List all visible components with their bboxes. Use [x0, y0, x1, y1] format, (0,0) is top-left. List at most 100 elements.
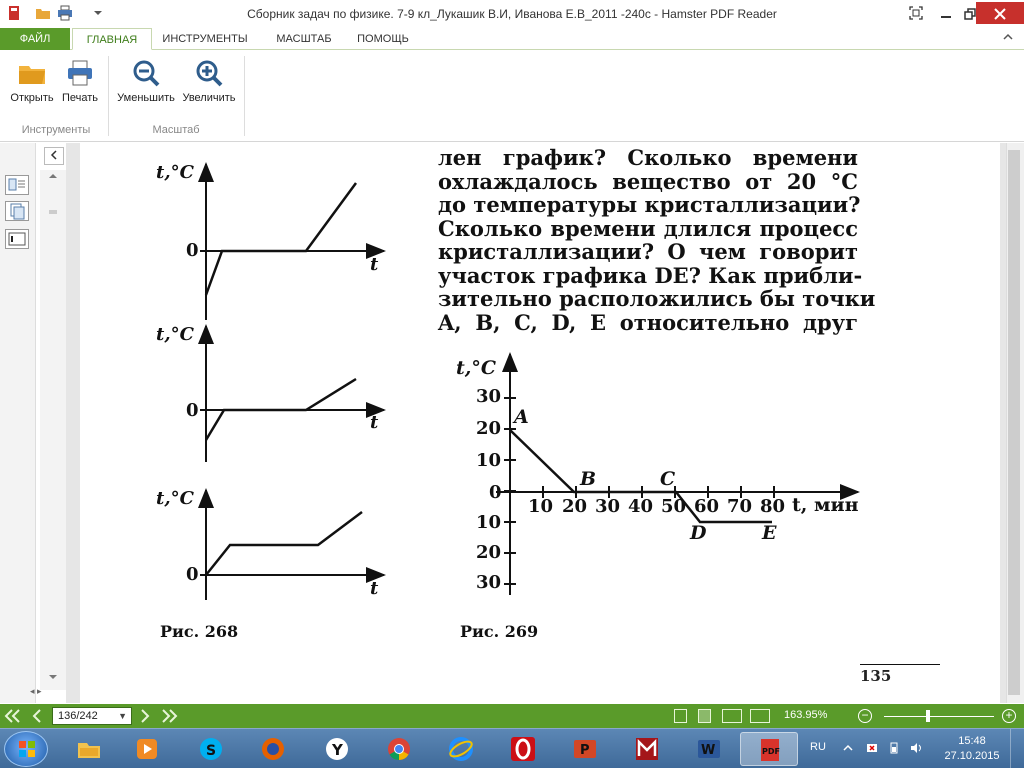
clock-time: 15:48 — [958, 735, 986, 747]
tab-tools[interactable]: ИНСТРУМЕНТЫ — [160, 28, 250, 50]
taskbar-explorer[interactable] — [60, 732, 118, 766]
zoom-in-small-icon[interactable]: + — [1002, 709, 1016, 723]
battery-icon[interactable] — [888, 742, 900, 754]
action-center-icon[interactable] — [866, 742, 878, 754]
windows-logo-icon — [19, 741, 35, 757]
graph3-xlabel: t — [370, 578, 379, 599]
thumbnails-panel-icon[interactable] — [5, 175, 29, 195]
y-tick-label: 10 — [476, 512, 502, 533]
zoom-slider-thumb[interactable] — [926, 710, 930, 722]
tab-help[interactable]: ПОМОЩЬ — [350, 28, 416, 50]
graph1-xlabel: t — [370, 254, 379, 275]
taskbar-chrome[interactable] — [370, 732, 428, 766]
page-number-value: 136/242 — [58, 710, 98, 722]
first-page-icon[interactable] — [4, 707, 22, 725]
pdf-master-icon — [636, 738, 658, 760]
zoom-out-icon — [133, 60, 160, 87]
text-line: до температуры кристаллизации? — [438, 192, 861, 217]
close-icon — [994, 8, 1006, 20]
zoom-out-button[interactable]: Уменьшить — [112, 58, 180, 104]
taskbar-skype[interactable]: S — [182, 732, 240, 766]
volume-icon[interactable] — [910, 742, 922, 754]
x-tick-label: 50 — [661, 496, 687, 517]
zoom-slider[interactable] — [884, 716, 994, 717]
start-button[interactable] — [4, 731, 48, 767]
taskbar-ie[interactable] — [432, 732, 490, 766]
clock-date: 27.10.2015 — [944, 750, 1000, 762]
taskbar: S Y P W PDF RU 15:48 27.10.2015 — [0, 728, 1024, 769]
y-tick-label: 0 — [489, 482, 502, 503]
problem-text: лен график? Сколько времени охлаждалось … — [438, 145, 875, 335]
page-number-field[interactable]: 136/242 ▼ — [52, 707, 132, 725]
page-number: 135 — [860, 664, 940, 685]
show-desktop-button[interactable] — [1010, 729, 1024, 769]
taskbar-powerpoint[interactable]: P — [556, 732, 614, 766]
app-window: Сборник задач по физике. 7-9 кл_Лукашик … — [0, 0, 1024, 728]
group-separator — [244, 56, 245, 136]
continuous-view-icon[interactable] — [698, 709, 711, 723]
print-button[interactable]: Печать — [58, 58, 102, 104]
title-bar: Сборник задач по физике. 7-9 кл_Лукашик … — [0, 0, 1024, 28]
point-a-label: A — [514, 406, 529, 428]
y-tick-label: 20 — [476, 542, 502, 563]
hamster-pdf-icon: PDF — [761, 739, 780, 761]
text-line: A, B, C, D, E относительно друг — [438, 309, 858, 335]
two-page-view-icon[interactable] — [722, 709, 742, 723]
taskbar-media-player[interactable] — [118, 732, 176, 766]
internet-explorer-icon — [449, 737, 473, 761]
powerpoint-icon: P — [574, 740, 596, 758]
taskbar-opera[interactable] — [494, 732, 552, 766]
close-button[interactable] — [976, 2, 1024, 24]
media-player-icon — [137, 739, 157, 759]
two-page-continuous-view-icon[interactable] — [750, 709, 770, 723]
graph-268-3 — [198, 488, 386, 600]
zoom-out-label: Уменьшить — [117, 92, 175, 104]
bookmarks-panel-icon[interactable] — [5, 229, 29, 249]
text-line: Сколько времени длился процесс — [438, 215, 858, 241]
single-page-view-icon[interactable] — [674, 709, 687, 723]
tab-scale[interactable]: МАСШТАБ — [266, 28, 342, 50]
graph2-xlabel: t — [370, 412, 379, 433]
language-indicator[interactable]: RU — [810, 741, 826, 753]
zoom-out-small-icon[interactable]: − — [858, 709, 872, 723]
last-page-icon[interactable] — [160, 707, 178, 725]
yandex-icon: Y — [326, 738, 348, 760]
restore-icon — [964, 8, 976, 20]
svg-text:W: W — [701, 743, 715, 758]
panel-scrollbar[interactable] — [40, 170, 66, 690]
skype-icon: S — [200, 738, 222, 760]
graph3-zero: 0 — [186, 564, 199, 585]
pages-panel-icon[interactable] — [5, 201, 29, 221]
taskbar-firefox[interactable] — [244, 732, 302, 766]
text-line: охлаждалось вещество от 20 °С — [438, 168, 858, 194]
graph1-zero: 0 — [186, 240, 199, 261]
collapse-ribbon-icon[interactable] — [1002, 31, 1014, 43]
graph-268-1 — [198, 162, 386, 320]
next-page-icon[interactable] — [136, 707, 154, 725]
y-tick-label: 30 — [476, 572, 502, 593]
clock[interactable]: 15:48 27.10.2015 — [944, 734, 1000, 764]
taskbar-word[interactable]: W — [680, 732, 738, 766]
ribbon-tabs: ФАЙЛ ГЛАВНАЯ ИНСТРУМЕНТЫ МАСШТАБ ПОМОЩЬ — [0, 28, 1024, 50]
x-tick-label: 60 — [694, 496, 720, 517]
zoom-in-button[interactable]: Увеличить — [178, 58, 240, 104]
scrollbar-thumb[interactable] — [1008, 150, 1020, 695]
chevron-left-icon — [50, 150, 57, 160]
taskbar-hamster-pdf[interactable]: PDF — [740, 732, 798, 766]
taskbar-yandex[interactable]: Y — [308, 732, 366, 766]
tab-file[interactable]: ФАЙЛ — [0, 28, 70, 50]
open-button[interactable]: Открыть — [6, 58, 58, 104]
previous-page-icon[interactable] — [28, 707, 46, 725]
collapse-panel-button[interactable] — [44, 147, 64, 165]
x-tick-label: 10 — [528, 496, 554, 517]
chevron-down-icon[interactable]: ▼ — [118, 708, 127, 724]
text-line: лен график? Сколько времени — [438, 145, 858, 170]
y-tick-label: 30 — [476, 386, 502, 407]
fullscreen-icon — [909, 6, 923, 20]
explorer-icon — [78, 743, 100, 758]
taskbar-pdf-master[interactable] — [618, 732, 676, 766]
tray-expand-icon[interactable] — [842, 742, 854, 754]
tab-home[interactable]: ГЛАВНАЯ — [72, 28, 152, 50]
panel-hscroll-arrows[interactable]: ◂ ▸ — [30, 686, 42, 697]
x-tick-label: 30 — [595, 496, 621, 517]
